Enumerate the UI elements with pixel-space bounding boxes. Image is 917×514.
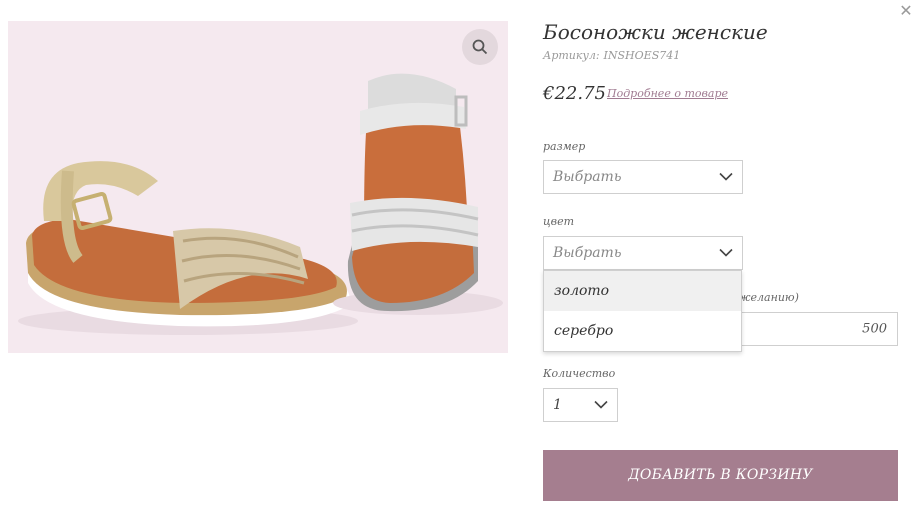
custom-input[interactable]: 500 [740,312,898,346]
size-select[interactable]: Выбрать [543,160,743,194]
color-option-gold[interactable]: золото [544,271,741,311]
add-to-cart-button[interactable]: ДОБАВИТЬ В КОРЗИНУ [543,450,898,501]
chevron-down-icon [719,172,733,181]
sandals-illustration [8,21,508,353]
quantity-label: Количество [543,367,616,380]
color-select[interactable]: Выбрать [543,236,743,270]
chevron-down-icon [719,248,733,257]
magnifier-icon [472,39,488,55]
quantity-select-value: 1 [553,397,562,413]
sku-label: Артикул: [543,49,600,62]
quantity-select[interactable]: 1 [543,388,618,422]
zoom-button[interactable] [462,29,498,65]
product-title: Босоножки женские [543,20,768,44]
color-label: цвет [543,215,575,228]
size-label: размер [543,140,586,153]
custom-input-value: 500 [862,321,887,337]
product-price: €22.75 [543,83,606,104]
close-icon[interactable]: ✕ [898,2,914,20]
sku-value: INSHOES741 [603,49,681,62]
color-dropdown: золото серебро [543,270,742,352]
color-select-value: Выбрать [553,245,622,261]
chevron-down-icon [594,400,608,409]
product-sku: Артикул: INSHOES741 [543,49,680,62]
custom-field-label: желанию) [738,291,799,304]
color-option-silver[interactable]: серебро [544,311,741,351]
size-select-value: Выбрать [553,169,622,185]
product-image [8,21,508,353]
product-details-link[interactable]: Подробнее о товаре [607,87,728,100]
